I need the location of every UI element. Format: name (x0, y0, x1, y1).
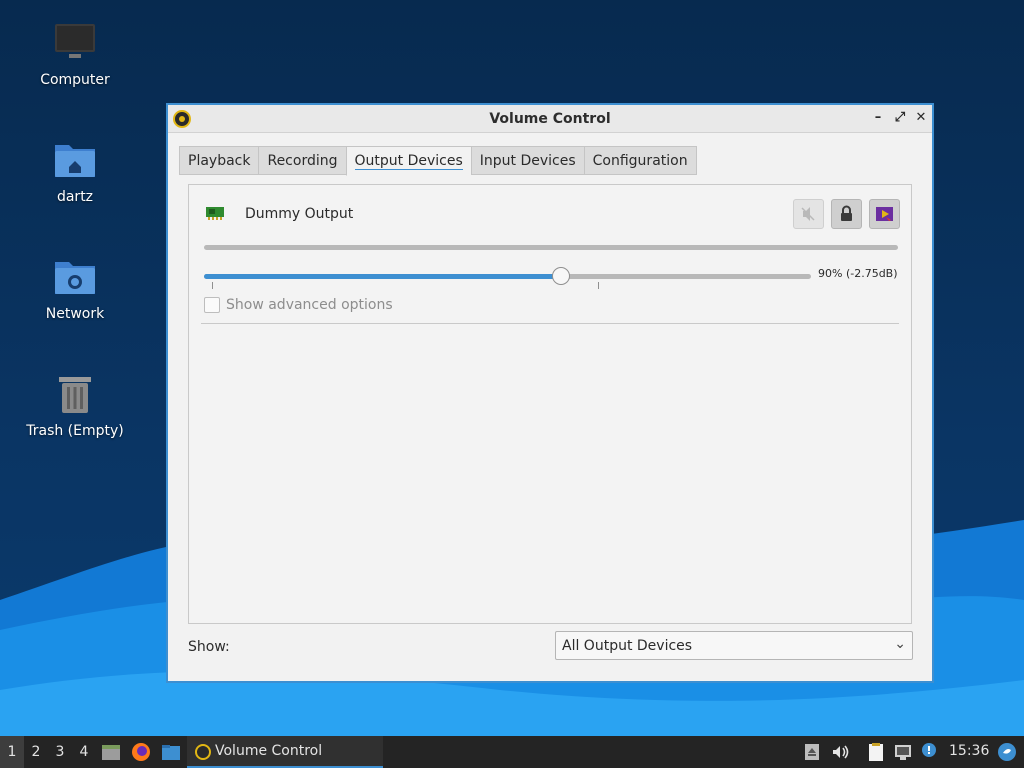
volume-control-window: Volume Control – ⤢ ✕ Playback Recording … (166, 103, 934, 683)
desktop-icon-label: Trash (Empty) (26, 423, 124, 439)
file-manager-icon[interactable] (161, 742, 181, 762)
tab-label: Recording (267, 153, 338, 169)
show-desktop-icon[interactable] (101, 742, 121, 762)
peak-level-meter (204, 245, 898, 250)
window-title: Volume Control (489, 111, 611, 127)
tab-label: Configuration (592, 153, 688, 169)
tab-label: Input Devices (479, 153, 576, 169)
tab-label: Output Devices (354, 153, 463, 170)
trash-icon (53, 373, 97, 417)
separator (201, 323, 899, 324)
workspace-2[interactable]: 2 (24, 736, 48, 768)
chevron-down-icon: ⌄ (894, 636, 906, 652)
maximize-button[interactable]: ⤢ (893, 111, 907, 125)
tab-recording[interactable]: Recording (258, 146, 346, 175)
notification-icon[interactable] (919, 742, 939, 762)
volume-slider[interactable] (204, 267, 811, 285)
clipboard-icon[interactable] (866, 742, 886, 762)
workspace-4[interactable]: 4 (72, 736, 96, 768)
tab-configuration[interactable]: Configuration (583, 146, 697, 175)
volume-slider-handle[interactable] (552, 267, 571, 285)
volume-app-icon (195, 744, 211, 760)
app-menu-icon[interactable] (997, 742, 1017, 762)
show-filter-dropdown[interactable]: All Output Devices ⌄ (555, 631, 913, 660)
dropdown-value: All Output Devices (562, 638, 693, 654)
eject-icon[interactable] (802, 742, 822, 762)
set-default-button[interactable] (869, 199, 900, 229)
mute-button[interactable] (793, 199, 824, 229)
taskbar-task-volume-control[interactable]: Volume Control (187, 736, 383, 768)
desktop-icon-label: Network (45, 306, 105, 322)
computer-icon (53, 22, 97, 66)
advanced-options-label[interactable]: Show advanced options (226, 297, 393, 313)
desktop-icon-label: dartz (56, 189, 94, 205)
default-device-icon (876, 207, 893, 221)
task-label: Volume Control (215, 743, 323, 759)
workspace-1[interactable]: 1 (0, 736, 24, 768)
window-titlebar[interactable]: Volume Control – ⤢ ✕ (168, 105, 932, 133)
desktop-icon-trash[interactable]: Trash (Empty) (10, 373, 140, 439)
slider-tick-silence (212, 282, 213, 289)
volume-slider-fill (204, 274, 562, 279)
tab-label: Playback (188, 153, 251, 169)
network-icon[interactable] (893, 742, 913, 762)
tab-output-devices[interactable]: Output Devices (345, 146, 471, 176)
speaker-icon[interactable] (830, 742, 850, 762)
workspace-3[interactable]: 3 (48, 736, 72, 768)
desktop-icon-label: Computer (40, 72, 110, 88)
clock: 15:36 (949, 743, 990, 759)
volume-value: 90% (-2.75dB) (818, 267, 898, 280)
network-folder-icon (53, 256, 97, 300)
tab-playback[interactable]: Playback (179, 146, 259, 175)
speaker-muted-icon (801, 207, 815, 221)
output-devices-panel: Dummy Output 90% (-2.75dB) Show advanced… (188, 184, 912, 624)
desktop-icon-network[interactable]: Network (10, 256, 140, 322)
taskbar: 1 2 3 4 Volume Control 15:36 (0, 736, 1024, 768)
lock-icon (841, 205, 852, 221)
device-name: Dummy Output (245, 206, 354, 222)
home-folder-icon (53, 139, 97, 183)
desktop-icon-computer[interactable]: Computer (10, 22, 140, 88)
lock-channels-button[interactable] (831, 199, 862, 229)
slider-tick-100 (598, 282, 599, 289)
minimize-button[interactable]: – (871, 111, 885, 125)
desktop-icon-home[interactable]: dartz (10, 139, 140, 205)
sound-card-icon (205, 205, 225, 221)
tab-input-devices[interactable]: Input Devices (470, 146, 584, 175)
firefox-icon[interactable] (131, 742, 151, 762)
advanced-options-checkbox[interactable] (204, 297, 220, 313)
tab-bar: Playback Recording Output Devices Input … (179, 146, 697, 176)
close-button[interactable]: ✕ (914, 111, 928, 125)
show-filter-label: Show: (188, 639, 230, 655)
